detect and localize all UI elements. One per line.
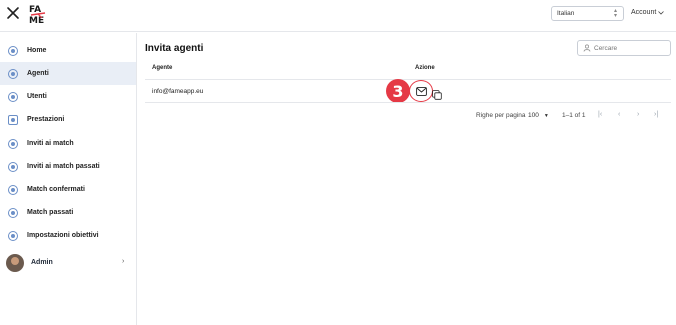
sidebar-item-label: Match confermati	[27, 186, 85, 193]
sidebar-item-inviti-match[interactable]: Inviti ai match	[0, 132, 136, 155]
match-icon	[8, 162, 18, 172]
rows-per-page-label: Righe per pagina	[476, 112, 526, 119]
chart-icon	[8, 115, 18, 125]
sidebar-item-home[interactable]: Home	[0, 39, 136, 62]
copy-icon	[432, 90, 442, 100]
account-menu[interactable]: Account	[631, 9, 665, 16]
last-page-icon[interactable]: ›|	[654, 111, 658, 118]
sidebar-item-label: Inviti ai match	[27, 140, 74, 147]
match-icon	[8, 208, 18, 218]
sidebar-item-label: Inviti ai match passati	[27, 163, 100, 170]
sidebar: Home Agenti Utenti Prestazioni Inviti ai…	[0, 33, 137, 325]
sidebar-item-label: Agenti	[27, 70, 49, 77]
sidebar-item-inviti-match-passati[interactable]: Inviti ai match passati	[0, 155, 136, 178]
table-row-divider	[145, 102, 671, 103]
language-select[interactable]: Italian ▴ ▾	[551, 6, 624, 21]
sidebar-item-label: Utenti	[27, 93, 47, 100]
fame-logo: FA ME	[28, 3, 48, 26]
person-search-icon	[583, 44, 591, 52]
person-icon	[8, 92, 18, 102]
sidebar-item-impostazioni-obiettivi[interactable]: Impostazioni obiettivi	[0, 224, 136, 247]
avatar	[6, 254, 24, 272]
sidebar-item-match-confermati[interactable]: Match confermati	[0, 178, 136, 201]
table-cell-email: info@fameapp.eu	[152, 88, 204, 95]
prev-page-icon[interactable]: ‹	[618, 111, 620, 118]
column-header-agente: Agente	[152, 65, 173, 71]
rows-per-page-select[interactable]: 100 ▼	[528, 112, 549, 119]
column-header-azione: Azione	[415, 65, 435, 71]
user-name: Admin	[31, 259, 53, 266]
person-icon	[8, 69, 18, 79]
mail-icon	[415, 86, 427, 96]
copy-button[interactable]	[432, 87, 442, 100]
send-invite-button[interactable]	[409, 80, 433, 102]
home-icon	[8, 46, 18, 56]
first-page-icon[interactable]: |‹	[598, 111, 602, 118]
rows-per-page-value: 100	[528, 112, 539, 119]
top-bar: FA ME Italian ▴ ▾ Account	[0, 0, 676, 32]
sidebar-item-label: Prestazioni	[27, 116, 65, 123]
table-header-divider	[145, 79, 671, 80]
account-label: Account	[631, 9, 657, 16]
page-title: Invita agenti	[145, 43, 204, 54]
search-input[interactable]	[594, 44, 664, 52]
language-value: Italian	[557, 10, 575, 17]
sidebar-item-label: Home	[27, 47, 47, 54]
sidebar-item-prestazioni[interactable]: Prestazioni	[0, 108, 136, 131]
sidebar-item-label: Impostazioni obiettivi	[27, 232, 99, 239]
settings-icon	[8, 231, 18, 241]
match-icon	[8, 185, 18, 195]
caret-down-icon: ▼	[543, 112, 549, 119]
close-icon[interactable]	[6, 6, 20, 20]
search-box[interactable]	[577, 40, 671, 56]
step-badge: 3	[386, 79, 410, 103]
next-page-icon[interactable]: ›	[637, 111, 639, 118]
pagination-range: 1–1 of 1	[562, 112, 586, 119]
chevron-right-icon: ›	[122, 258, 125, 265]
sidebar-item-match-passati[interactable]: Match passati	[0, 201, 136, 224]
chevron-updown-icon: ▴ ▾	[613, 8, 617, 19]
match-icon	[8, 139, 18, 149]
chevron-down-icon	[658, 10, 665, 15]
sidebar-item-utenti[interactable]: Utenti	[0, 85, 136, 108]
sidebar-item-agenti[interactable]: Agenti	[0, 62, 136, 85]
sidebar-item-label: Match passati	[27, 209, 74, 216]
user-menu[interactable]: Admin ›	[0, 253, 136, 275]
